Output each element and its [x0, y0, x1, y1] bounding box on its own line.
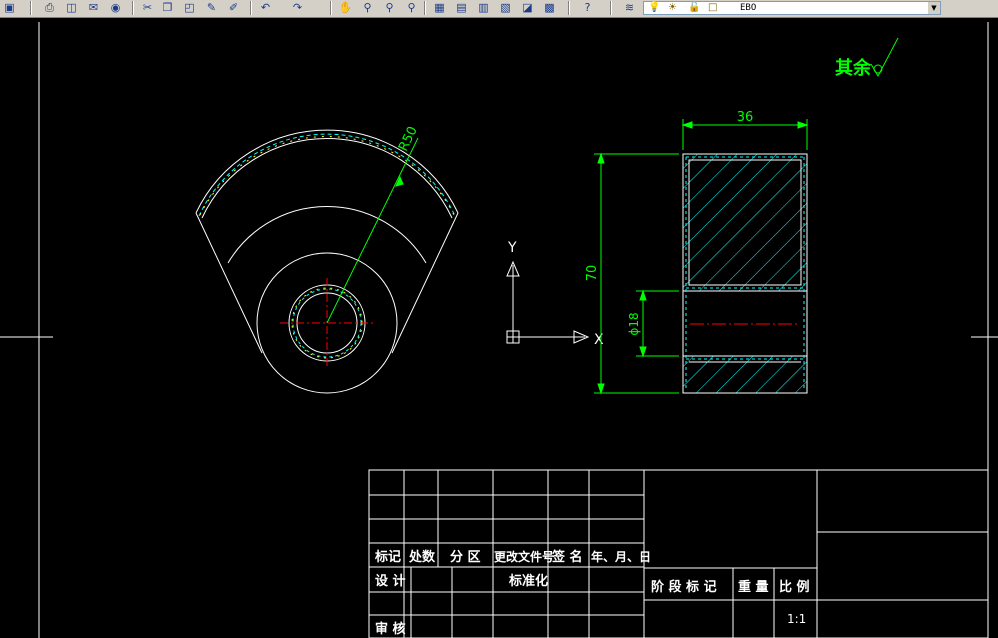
tb-date: 年、月、日: [591, 549, 651, 564]
3d-orbit-icon[interactable]: ◉: [108, 1, 123, 15]
tool-palettes-icon[interactable]: ▥: [476, 1, 491, 15]
tb-scale: 比 例: [779, 579, 810, 595]
tb-scale-value: 1:1: [787, 612, 806, 626]
markup-icon[interactable]: ◪: [520, 1, 535, 15]
print-icon[interactable]: ⎙: [42, 1, 57, 15]
rim-hatch-yellow: [199, 136, 455, 359]
chevron-down-icon[interactable]: ▼: [928, 2, 940, 14]
save-icon[interactable]: ▣: [2, 1, 17, 15]
drawing-canvas[interactable]: R50 Y X 36 70 ϕ18 其余 标记 处数 分 区 更改文件号 签 名…: [0, 18, 998, 638]
paste-icon[interactable]: ◰: [182, 1, 197, 15]
tb-design: 设 计: [375, 573, 406, 589]
tb-mark: 标记: [374, 549, 401, 565]
help-icon[interactable]: ?: [580, 1, 595, 15]
redo-icon[interactable]: ↷: [290, 1, 305, 15]
middle-arc: [227, 206, 427, 264]
publish-icon[interactable]: ✉: [86, 1, 101, 15]
title-block-text: 标记 处数 分 区 更改文件号 签 名 年、月、日 设 计 标准化 审 核 阶 …: [374, 549, 810, 637]
zoom-realtime-icon[interactable]: ⚲: [360, 1, 375, 15]
toolbar-separator: [568, 1, 570, 15]
design-center-icon[interactable]: ▤: [454, 1, 469, 15]
cut-icon[interactable]: ✂: [140, 1, 155, 15]
toolbar-separator: [30, 1, 32, 15]
rim-hatch: [198, 133, 456, 358]
roughness-symbol-icon: [870, 37, 899, 78]
zoom-window-icon[interactable]: ⚲: [382, 1, 397, 15]
undo-icon[interactable]: ↶: [258, 1, 273, 15]
block-editor-icon[interactable]: ✐: [226, 1, 241, 15]
pan-icon[interactable]: ✋: [338, 1, 353, 15]
tb-review: 审 核: [375, 621, 406, 637]
toolbar-separator: [610, 1, 612, 15]
radius-dimension: [326, 137, 419, 324]
height-dimension-label: 70: [585, 265, 600, 282]
roughness-note: 其余: [835, 57, 872, 79]
current-layer-name: EBO: [740, 3, 757, 13]
tb-change-doc: 更改文件号: [494, 549, 554, 564]
color-swatch-icon[interactable]: □: [708, 1, 717, 14]
tb-count: 处数: [408, 549, 436, 565]
outer-arc: [195, 129, 459, 214]
layer-dropdown[interactable]: 💡 ☀ 🔓 □ EBO ▼: [643, 1, 941, 15]
side-view[interactable]: [682, 153, 808, 394]
tb-weight: 重 量: [738, 579, 769, 595]
standard-toolbar: ▣⎙◫✉◉✂❐◰✎✐↶↷✋⚲⚲⚲▦▤▥▧◪▩?≋≋≋💡☀🔓□EBO▼: [0, 0, 998, 18]
plot-preview-icon[interactable]: ◫: [64, 1, 79, 15]
ucs-x-label: X: [594, 332, 604, 348]
layer-manager-icon[interactable]: ≋: [622, 1, 637, 15]
ucs-icon: [506, 260, 590, 344]
sun-thaw-icon[interactable]: ☀: [668, 1, 677, 14]
tb-stage-mark: 阶 段 标 记: [651, 579, 717, 595]
copy-icon[interactable]: ❐: [160, 1, 175, 15]
properties-icon[interactable]: ▦: [432, 1, 447, 15]
drawing-border: [0, 22, 998, 638]
tb-zone: 分 区: [450, 549, 481, 565]
tb-standardization: 标准化: [508, 573, 548, 589]
tb-signature: 签 名: [551, 549, 583, 565]
toolbar-separator: [132, 1, 134, 15]
toolbar-separator: [330, 1, 332, 15]
ucs-y-label: Y: [507, 240, 517, 256]
calculator-icon[interactable]: ▩: [542, 1, 557, 15]
zoom-previous-icon[interactable]: ⚲: [404, 1, 419, 15]
lock-icon[interactable]: 🔓: [688, 1, 700, 14]
sheet-set-icon[interactable]: ▧: [498, 1, 513, 15]
toolbar-separator: [424, 1, 426, 15]
lightbulb-on-icon[interactable]: 💡: [648, 1, 660, 14]
toolbar-separator: [250, 1, 252, 15]
bore-dimension-label: ϕ18: [627, 312, 641, 335]
match-properties-icon[interactable]: ✎: [204, 1, 219, 15]
width-dimension-label: 36: [737, 110, 754, 125]
